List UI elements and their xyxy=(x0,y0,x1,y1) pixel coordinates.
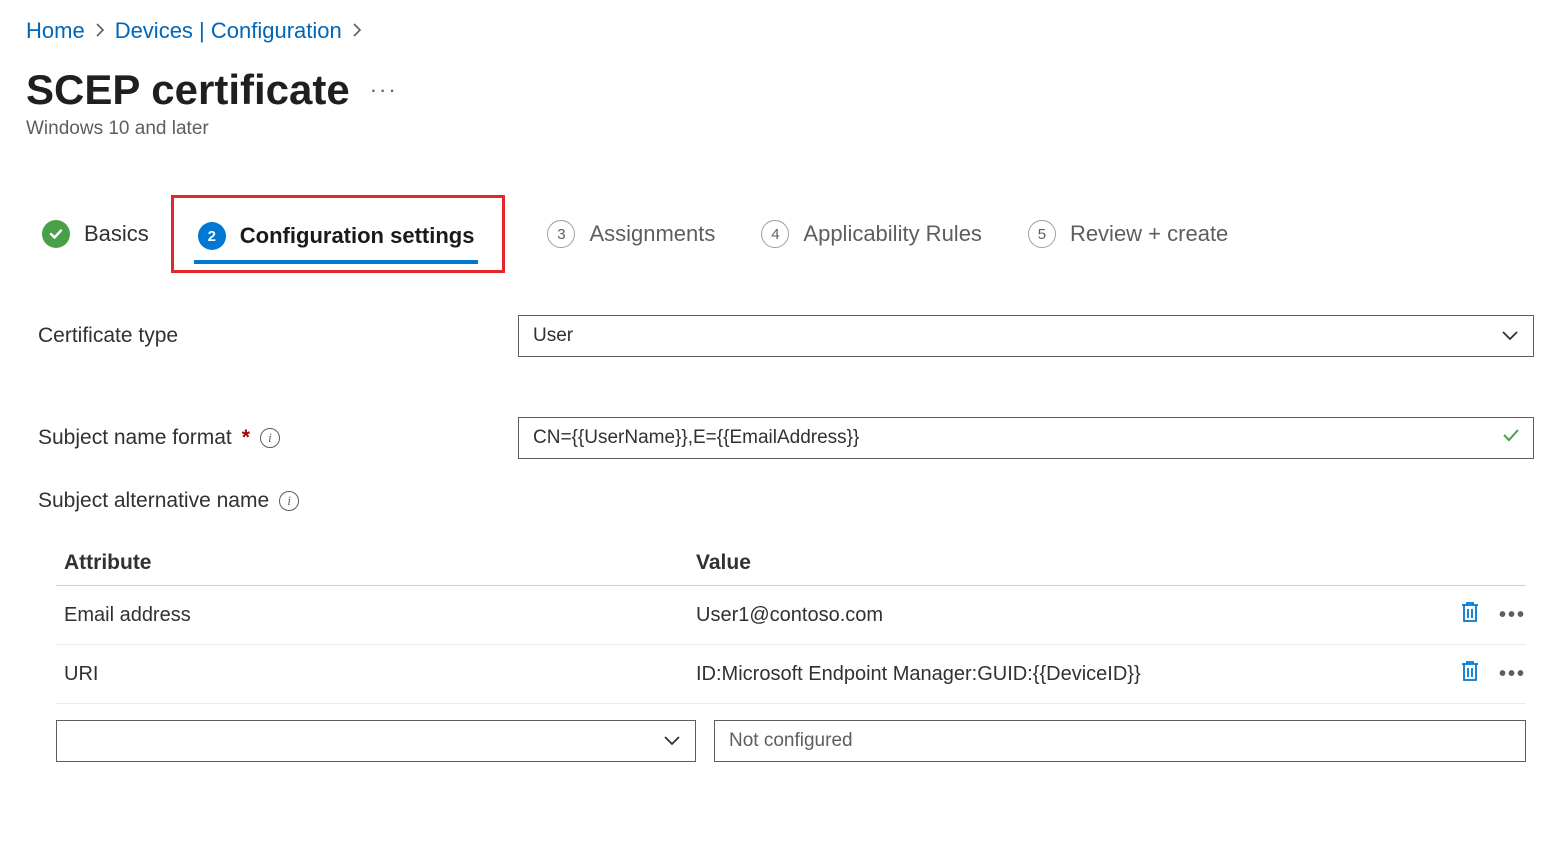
chevron-right-icon xyxy=(352,21,362,42)
step-number-icon: 2 xyxy=(198,222,226,250)
tab-label: Basics xyxy=(84,221,149,247)
info-icon[interactable]: i xyxy=(279,491,299,511)
tab-configuration-settings[interactable]: 2 Configuration settings xyxy=(194,216,479,256)
wizard-tabs: Basics 2 Configuration settings 3 Assign… xyxy=(26,195,1534,273)
highlight-current-step: 2 Configuration settings xyxy=(171,195,506,273)
step-number-icon: 5 xyxy=(1028,220,1056,248)
chevron-down-icon xyxy=(663,735,681,747)
more-icon[interactable]: ••• xyxy=(1499,663,1526,686)
delete-icon[interactable] xyxy=(1459,659,1481,689)
breadcrumb: Home Devices | Configuration xyxy=(26,18,1534,44)
check-icon xyxy=(42,220,70,248)
tab-label: Configuration settings xyxy=(240,223,475,249)
label-text: Subject alternative name xyxy=(38,489,269,513)
col-header-attribute: Attribute xyxy=(56,551,696,575)
breadcrumb-home[interactable]: Home xyxy=(26,18,85,44)
tab-label: Review + create xyxy=(1070,221,1228,247)
san-row: Email address User1@contoso.com ••• xyxy=(56,586,1526,645)
tab-assignments[interactable]: 3 Assignments xyxy=(543,214,719,254)
tab-applicability-rules[interactable]: 4 Applicability Rules xyxy=(757,214,986,254)
san-new-value-input[interactable]: Not configured xyxy=(714,720,1526,762)
san-new-attribute-select[interactable] xyxy=(56,720,696,762)
subject-name-format-input[interactable]: CN={{UserName}},E={{EmailAddress}} xyxy=(518,417,1534,459)
select-value: User xyxy=(533,325,573,347)
info-icon[interactable]: i xyxy=(260,428,280,448)
tab-review-create[interactable]: 5 Review + create xyxy=(1024,214,1232,254)
label-text: Subject name format xyxy=(38,426,232,450)
san-value: ID:Microsoft Endpoint Manager:GUID:{{Dev… xyxy=(696,663,1426,686)
san-value: User1@contoso.com xyxy=(696,604,1426,627)
more-icon[interactable]: ••• xyxy=(1499,604,1526,627)
tab-label: Applicability Rules xyxy=(803,221,982,247)
page-title: SCEP certificate xyxy=(26,66,350,114)
chevron-right-icon xyxy=(95,21,105,42)
certificate-type-select[interactable]: User xyxy=(518,315,1534,357)
subject-name-format-label: Subject name format * i xyxy=(38,426,518,450)
step-number-icon: 4 xyxy=(761,220,789,248)
breadcrumb-devices[interactable]: Devices | Configuration xyxy=(115,18,342,44)
required-indicator: * xyxy=(242,426,250,450)
input-placeholder: Not configured xyxy=(729,730,853,752)
certificate-type-label: Certificate type xyxy=(38,324,518,348)
valid-check-icon xyxy=(1501,425,1521,451)
tab-label: Assignments xyxy=(589,221,715,247)
delete-icon[interactable] xyxy=(1459,600,1481,630)
san-attribute: Email address xyxy=(56,604,696,627)
page-subtitle: Windows 10 and later xyxy=(26,118,1534,140)
san-attribute: URI xyxy=(56,663,696,686)
subject-alternative-name-label: Subject alternative name i xyxy=(38,489,518,513)
tab-basics[interactable]: Basics xyxy=(38,214,153,254)
san-table: Attribute Value Email address User1@cont… xyxy=(38,541,1534,770)
input-value: CN={{UserName}},E={{EmailAddress}} xyxy=(533,427,859,449)
chevron-down-icon xyxy=(1501,330,1519,342)
san-row: URI ID:Microsoft Endpoint Manager:GUID:{… xyxy=(56,645,1526,704)
step-number-icon: 3 xyxy=(547,220,575,248)
more-actions-button[interactable]: ··· xyxy=(370,77,398,103)
col-header-value: Value xyxy=(696,551,1426,575)
